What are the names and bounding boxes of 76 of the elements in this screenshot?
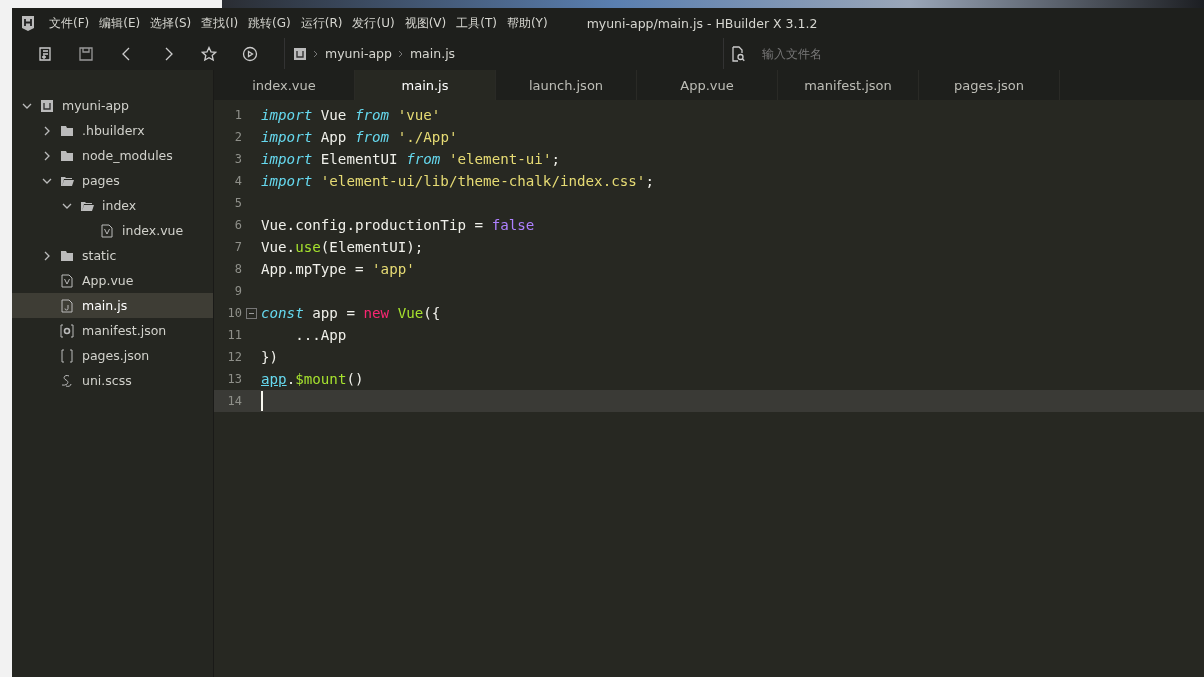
menu-item[interactable]: 视图(V) bbox=[404, 14, 447, 32]
brackets-icon bbox=[60, 348, 74, 363]
tree-item[interactable]: myuni-app bbox=[12, 93, 213, 118]
tree-item[interactable]: pages.json bbox=[12, 343, 213, 368]
window-title: myuni-app/main.js - HBuilder X 3.1.2 bbox=[586, 15, 818, 31]
file-search-icon bbox=[730, 45, 746, 62]
code-line: }) bbox=[261, 349, 279, 365]
chevron-right-icon[interactable] bbox=[42, 150, 52, 161]
tree-item[interactable]: uni.scss bbox=[12, 368, 213, 393]
tree-item[interactable]: manifest.json bbox=[12, 318, 213, 343]
chevron-right-icon bbox=[397, 49, 404, 58]
line-number: 11 bbox=[226, 328, 242, 342]
line-number: 9 bbox=[233, 284, 242, 298]
vue-file-icon bbox=[100, 223, 114, 238]
line-number: 13 bbox=[226, 372, 242, 386]
line-number: 10 bbox=[226, 306, 242, 320]
swirl-icon bbox=[60, 373, 74, 388]
code-line: App.mpType = 'app' bbox=[261, 261, 415, 277]
menu-item[interactable]: 选择(S) bbox=[150, 14, 192, 32]
tree-item[interactable]: index.vue bbox=[12, 218, 213, 243]
tree-item[interactable]: index bbox=[12, 193, 213, 218]
line-number: 4 bbox=[233, 174, 242, 188]
line-number: 12 bbox=[226, 350, 242, 364]
line-number: 6 bbox=[233, 218, 242, 232]
project-icon bbox=[40, 98, 54, 113]
chevron-right-icon[interactable] bbox=[42, 125, 52, 136]
save-icon bbox=[77, 45, 94, 62]
line-number: 8 bbox=[233, 262, 242, 276]
menu-item[interactable]: 工具(T) bbox=[456, 14, 497, 32]
tree-item[interactable]: App.vue bbox=[12, 268, 213, 293]
code-line: import ElementUI from 'element-ui'; bbox=[261, 151, 560, 167]
code-line: import App from './App' bbox=[261, 129, 458, 145]
menu-item[interactable]: 发行(U) bbox=[352, 14, 395, 32]
menu-item[interactable]: 查找(I) bbox=[201, 14, 239, 32]
code-line: ...App bbox=[294, 327, 347, 343]
star-icon bbox=[200, 45, 217, 62]
app-logo-icon bbox=[20, 15, 36, 31]
tree-item[interactable]: main.js bbox=[12, 293, 213, 318]
line-number: 7 bbox=[233, 240, 242, 254]
code-line: import Vue from 'vue' bbox=[261, 107, 441, 123]
tree-item[interactable]: static bbox=[12, 243, 213, 268]
folder-icon bbox=[60, 148, 74, 163]
menu-item[interactable]: 文件(F) bbox=[49, 14, 90, 32]
tree-item[interactable]: .hbuilderx bbox=[12, 118, 213, 143]
line-number: 3 bbox=[233, 152, 242, 166]
play-circle-icon bbox=[241, 45, 258, 62]
code-line: app.$mount() bbox=[261, 371, 364, 387]
code-line: const app = new Vue({ bbox=[261, 305, 441, 321]
project-icon bbox=[293, 46, 307, 61]
menu-item[interactable]: 编辑(E) bbox=[99, 14, 141, 32]
folder-icon bbox=[60, 248, 74, 263]
text-cursor bbox=[261, 391, 263, 411]
breadcrumb-item[interactable]: myuni-app bbox=[325, 46, 392, 61]
code-line: Vue.use(ElementUI); bbox=[261, 239, 424, 255]
chevron-right-icon[interactable] bbox=[42, 250, 52, 261]
gear-file-icon bbox=[60, 323, 74, 338]
file-icon bbox=[60, 298, 74, 313]
line-number: 2 bbox=[233, 130, 242, 144]
editor-tab[interactable]: main.js bbox=[355, 70, 496, 100]
new-file-icon bbox=[36, 45, 53, 62]
tree-item[interactable]: node_modules bbox=[12, 143, 213, 168]
menu-item[interactable]: 运行(R) bbox=[300, 14, 343, 32]
line-number: 14 bbox=[226, 394, 242, 408]
line-number: 5 bbox=[233, 196, 242, 210]
chevron-right-icon bbox=[313, 49, 319, 58]
menu-item[interactable]: 帮助(Y) bbox=[506, 14, 548, 32]
menu-item[interactable]: 跳转(G) bbox=[248, 14, 291, 32]
vue-file-icon bbox=[60, 273, 74, 288]
tree-item[interactable]: pages bbox=[12, 168, 213, 193]
file-search-field[interactable]: 输入文件名 bbox=[760, 45, 964, 62]
code-line: import 'element-ui/lib/theme-chalk/index.css'; bbox=[261, 173, 654, 189]
fold-toggle-icon[interactable] bbox=[246, 307, 257, 319]
line-number: 1 bbox=[233, 108, 242, 122]
breadcrumb-item[interactable]: main.js bbox=[409, 46, 456, 61]
code-line: Vue.config.productionTip = false bbox=[261, 217, 535, 233]
folder-icon bbox=[60, 123, 74, 138]
